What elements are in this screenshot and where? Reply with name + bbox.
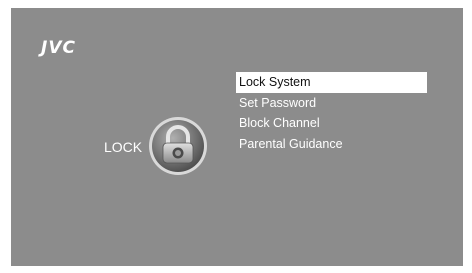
lock-menu: Lock System Set Password Block Channel Pare… [236, 72, 427, 154]
tv-menu-screen: JVC LOCK Lock System Set Password Block Ch… [11, 8, 463, 266]
section-label: LOCK [104, 139, 143, 155]
menu-item-lock-system[interactable]: Lock System [236, 72, 427, 93]
padlock-icon [149, 117, 207, 175]
menu-item-set-password[interactable]: Set Password [236, 93, 427, 114]
jvc-logo: JVC [41, 38, 76, 58]
menu-item-block-channel[interactable]: Block Channel [236, 113, 427, 134]
menu-item-parental-guidance[interactable]: Parental Guidance [236, 134, 427, 155]
